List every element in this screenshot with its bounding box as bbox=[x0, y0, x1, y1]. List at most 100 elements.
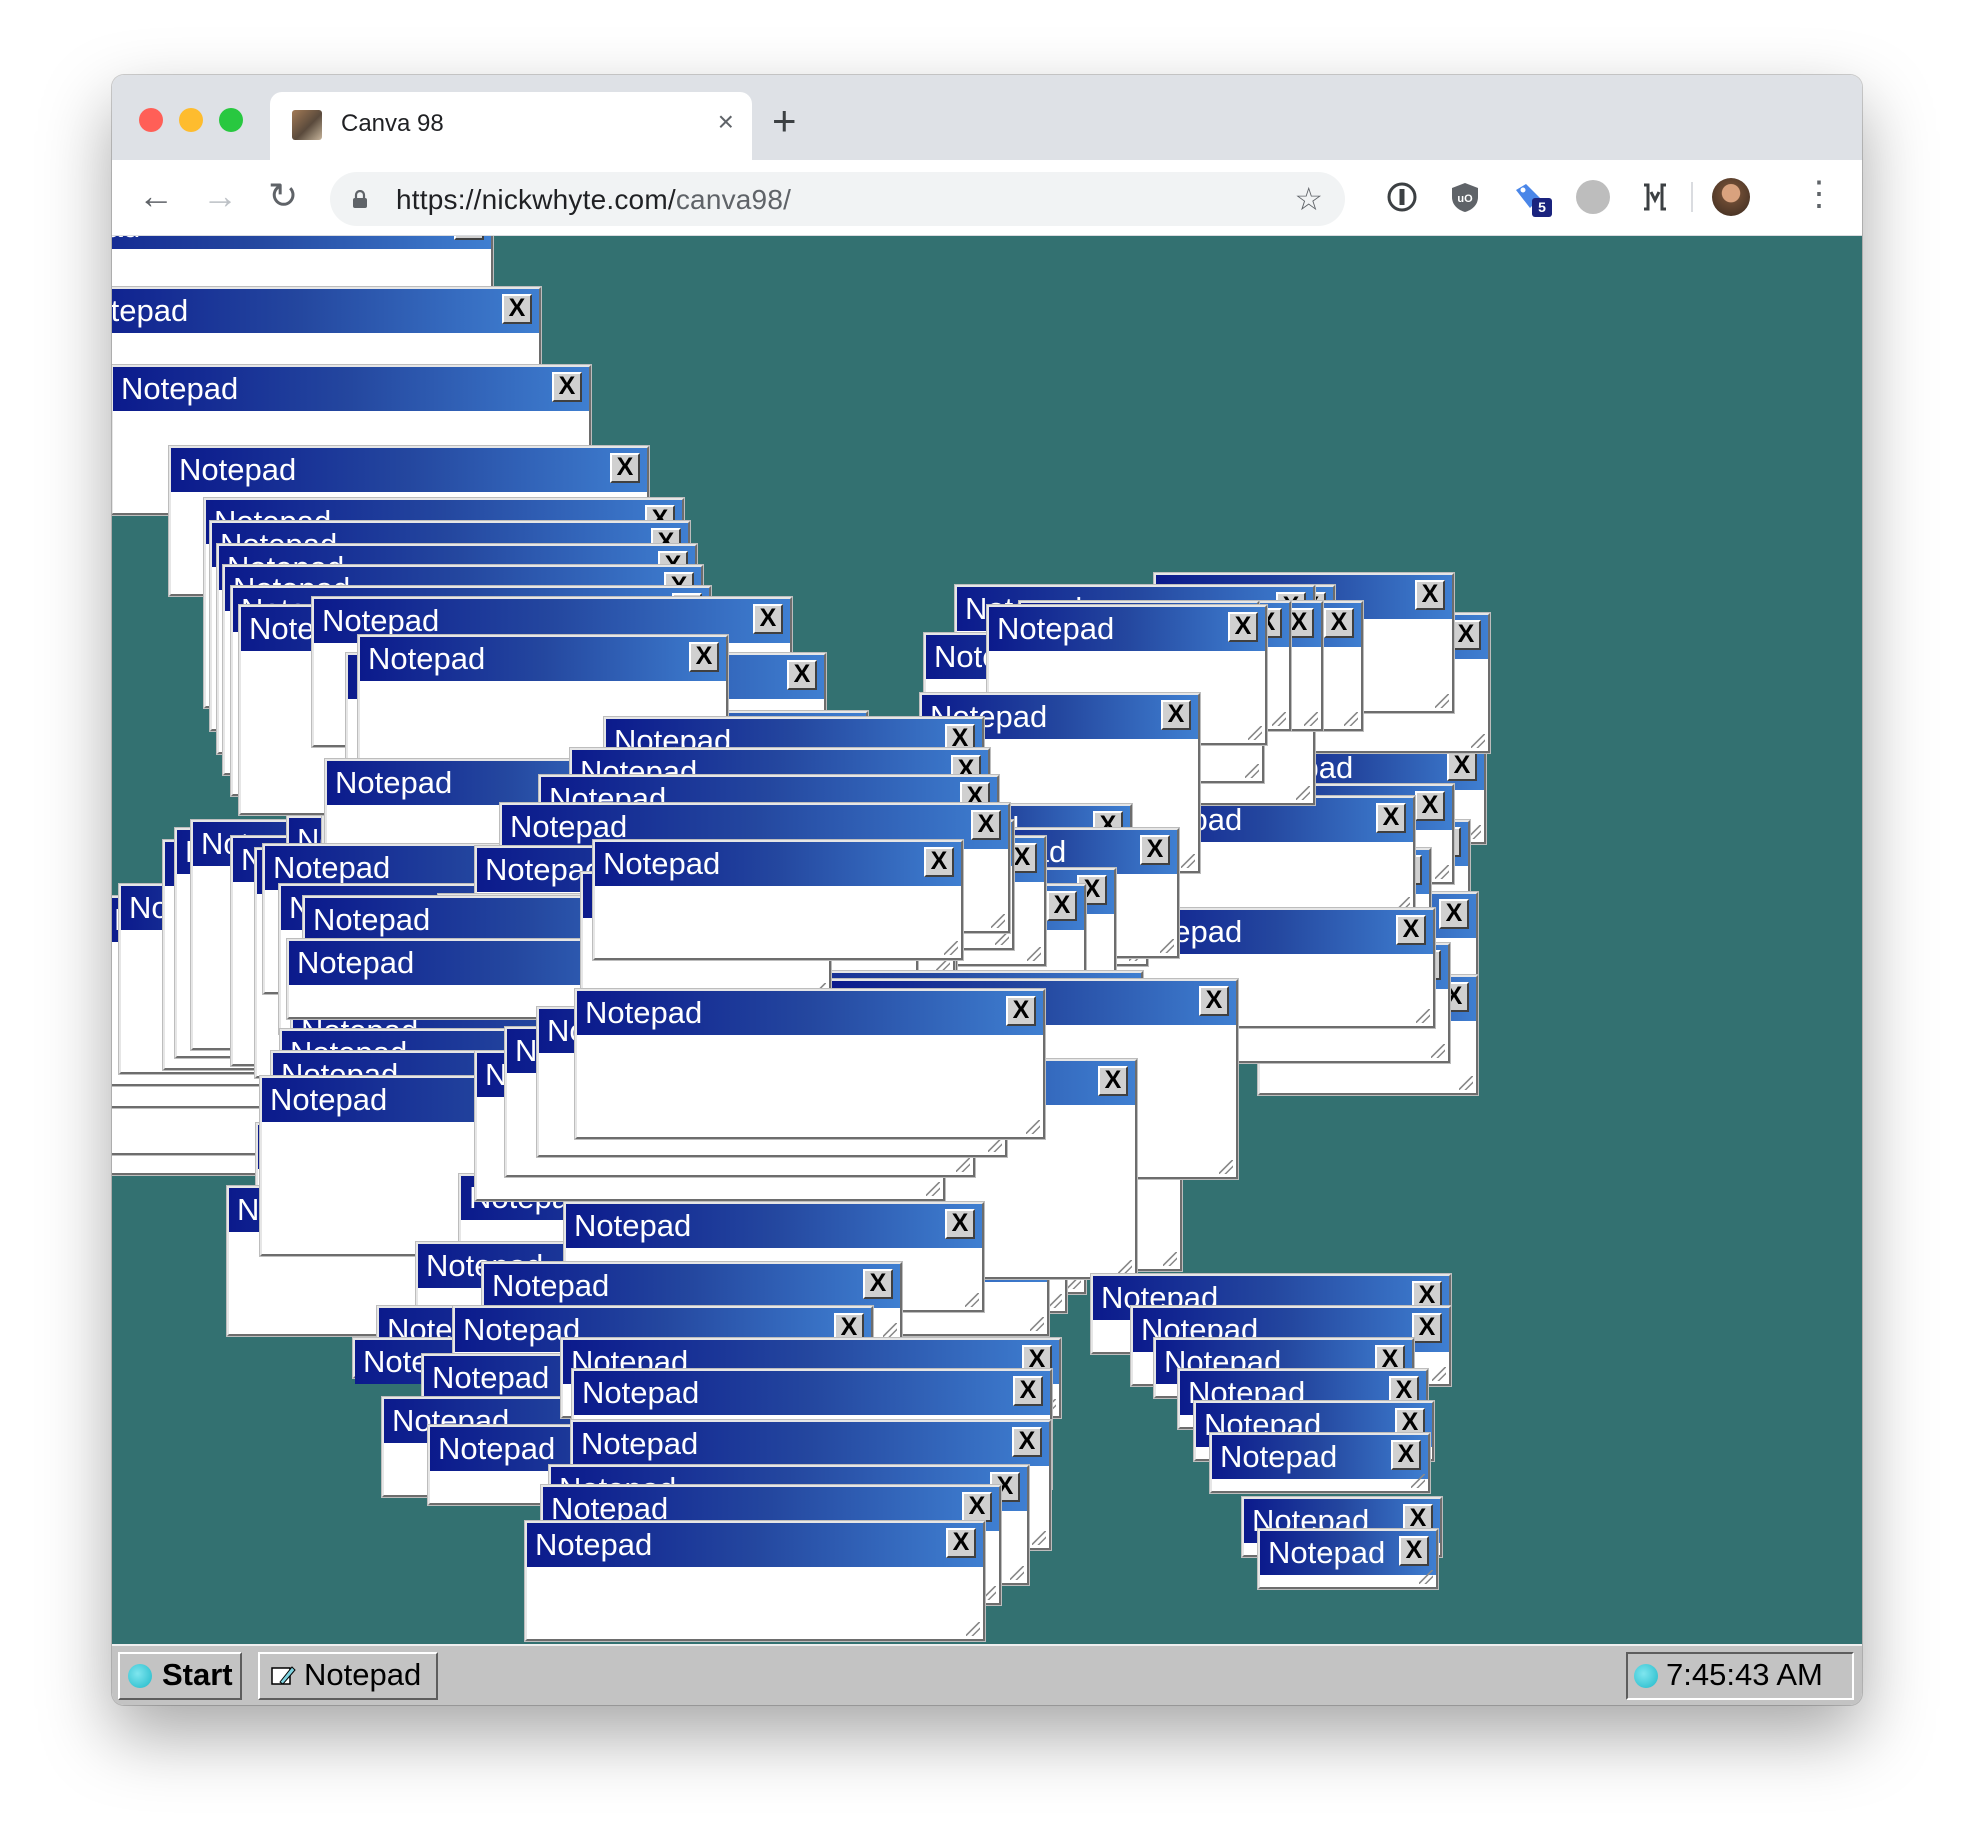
notepad-close-button[interactable]: X bbox=[1396, 915, 1426, 945]
tab-close-button[interactable]: × bbox=[718, 106, 734, 138]
resize-grip-icon[interactable] bbox=[1160, 939, 1174, 953]
bracket-extension-icon[interactable] bbox=[1638, 180, 1672, 214]
maximize-window-button[interactable] bbox=[219, 108, 243, 132]
notepad-title-bar[interactable]: Notepad X bbox=[566, 1204, 982, 1248]
notepad-title-bar[interactable]: Notepad X bbox=[573, 1422, 1049, 1466]
resize-grip-icon[interactable] bbox=[1304, 712, 1318, 726]
notepad-close-button[interactable]: X bbox=[946, 1528, 976, 1558]
notepad-window[interactable]: Notepad X bbox=[1210, 1433, 1430, 1493]
resize-grip-icon[interactable] bbox=[1026, 1120, 1040, 1134]
resize-grip-icon[interactable] bbox=[965, 1293, 979, 1307]
resize-grip-icon[interactable] bbox=[1245, 764, 1259, 778]
resize-grip-icon[interactable] bbox=[1118, 1260, 1132, 1274]
resize-grip-icon[interactable] bbox=[966, 1622, 980, 1636]
password-manager-icon[interactable] bbox=[1385, 180, 1419, 214]
notepad-close-button[interactable]: X bbox=[1047, 891, 1077, 921]
notepad-title-bar[interactable]: Notepad X bbox=[113, 367, 589, 411]
resize-grip-icon[interactable] bbox=[1344, 712, 1358, 726]
notepad-title-bar[interactable]: Notepad X bbox=[171, 448, 647, 492]
notepad-close-button[interactable]: X bbox=[1161, 700, 1191, 730]
notepad-close-button[interactable]: X bbox=[1013, 1376, 1043, 1406]
close-window-button[interactable] bbox=[139, 108, 163, 132]
resize-grip-icon[interactable] bbox=[1010, 1566, 1024, 1580]
resize-grip-icon[interactable] bbox=[1030, 1317, 1044, 1331]
notepad-window[interactable]: Notepad X bbox=[575, 989, 1045, 1139]
notepad-close-button[interactable]: X bbox=[1447, 751, 1477, 781]
notepad-close-button[interactable]: X bbox=[1006, 996, 1036, 1026]
resize-grip-icon[interactable] bbox=[1248, 726, 1262, 740]
resize-grip-icon[interactable] bbox=[1416, 1009, 1430, 1023]
notepad-close-button[interactable]: X bbox=[1412, 1313, 1442, 1343]
resize-grip-icon[interactable] bbox=[988, 1138, 1002, 1152]
notepad-title-bar[interactable]: Notepad X bbox=[595, 842, 961, 886]
resize-grip-icon[interactable] bbox=[883, 1323, 897, 1337]
notepad-close-button[interactable]: X bbox=[962, 1492, 992, 1522]
notepad-title-bar[interactable]: Notepad X bbox=[360, 637, 726, 681]
notepad-close-button[interactable]: X bbox=[1228, 612, 1258, 642]
notepad-close-button[interactable]: X bbox=[502, 294, 532, 324]
new-tab-button[interactable]: + bbox=[772, 100, 797, 142]
resize-grip-icon[interactable] bbox=[944, 941, 958, 955]
notepad-title-bar[interactable]: Notepad X bbox=[112, 236, 491, 249]
resize-grip-icon[interactable] bbox=[1048, 1294, 1062, 1308]
notepad-close-button[interactable]: X bbox=[689, 642, 719, 672]
notepad-close-button[interactable]: X bbox=[1324, 608, 1354, 638]
resize-grip-icon[interactable] bbox=[1459, 1076, 1473, 1090]
notepad-title-bar[interactable]: Notepad X bbox=[484, 1264, 900, 1308]
canva-extension-icon[interactable] bbox=[1576, 180, 1610, 214]
notepad-title-bar[interactable]: Notepad X bbox=[112, 289, 539, 333]
menu-kebab-icon[interactable]: ⋮ bbox=[1802, 174, 1836, 214]
notepad-close-button[interactable]: X bbox=[753, 604, 783, 634]
notepad-title-bar[interactable]: Notepad X bbox=[1260, 1531, 1436, 1575]
resize-grip-icon[interactable] bbox=[1272, 712, 1286, 726]
notepad-title-bar[interactable]: Notepad X bbox=[574, 1371, 1050, 1415]
resize-grip-icon[interactable] bbox=[1163, 1252, 1177, 1266]
resize-grip-icon[interactable] bbox=[1419, 1570, 1433, 1584]
resize-grip-icon[interactable] bbox=[1032, 1531, 1046, 1545]
notepad-close-button[interactable]: X bbox=[1199, 986, 1229, 1016]
resize-grip-icon[interactable] bbox=[1027, 947, 1041, 961]
notepad-window[interactable]: Notepad X bbox=[593, 840, 963, 960]
resize-grip-icon[interactable] bbox=[995, 931, 1009, 945]
notepad-close-button[interactable]: X bbox=[1140, 835, 1170, 865]
resize-grip-icon[interactable] bbox=[956, 1158, 970, 1172]
extension-tag-icon[interactable]: 5 bbox=[1512, 180, 1552, 217]
notepad-close-button[interactable]: X bbox=[1012, 1427, 1042, 1457]
browser-tab[interactable]: Canva 98 × bbox=[270, 92, 752, 160]
notepad-window[interactable]: Notepad X bbox=[1258, 1529, 1438, 1589]
start-button[interactable]: Start bbox=[118, 1652, 242, 1700]
resize-grip-icon[interactable] bbox=[1471, 734, 1485, 748]
notepad-close-button[interactable]: X bbox=[1439, 899, 1469, 929]
notepad-close-button[interactable]: X bbox=[610, 453, 640, 483]
notepad-close-button[interactable]: X bbox=[1451, 620, 1481, 650]
resize-grip-icon[interactable] bbox=[1435, 694, 1449, 708]
bookmark-star-icon[interactable]: ☆ bbox=[1294, 180, 1323, 218]
notepad-title-bar[interactable]: Notepad X bbox=[527, 1523, 983, 1567]
notepad-close-button[interactable]: X bbox=[1415, 791, 1445, 821]
address-bar[interactable]: https://nickwhyte.com/canva98/ ☆ bbox=[330, 172, 1345, 226]
notepad-title-bar[interactable]: Notepad X bbox=[1212, 1435, 1428, 1479]
resize-grip-icon[interactable] bbox=[991, 914, 1005, 928]
notepad-title-bar[interactable]: Notepad X bbox=[989, 607, 1265, 651]
profile-avatar[interactable] bbox=[1712, 178, 1750, 216]
reload-icon[interactable]: ↻ bbox=[268, 176, 298, 216]
notepad-close-button[interactable]: X bbox=[1399, 1536, 1429, 1566]
notepad-window[interactable]: Notepad X bbox=[525, 1521, 985, 1641]
notepad-close-button[interactable]: X bbox=[1415, 580, 1445, 610]
back-icon[interactable]: ← bbox=[138, 176, 174, 216]
resize-grip-icon[interactable] bbox=[1411, 1474, 1425, 1488]
notepad-title-bar[interactable]: Notepad X bbox=[577, 991, 1043, 1035]
taskbar-item-notepad[interactable]: Notepad bbox=[258, 1652, 438, 1700]
notepad-close-button[interactable]: X bbox=[924, 847, 954, 877]
forward-icon[interactable]: → bbox=[202, 176, 238, 216]
minimize-window-button[interactable] bbox=[179, 108, 203, 132]
resize-grip-icon[interactable] bbox=[1435, 865, 1449, 879]
notepad-close-button[interactable]: X bbox=[454, 236, 484, 240]
resize-grip-icon[interactable] bbox=[1432, 1367, 1446, 1381]
resize-grip-icon[interactable] bbox=[1181, 854, 1195, 868]
ublock-shield-icon[interactable]: uO bbox=[1448, 180, 1482, 214]
notepad-close-button[interactable]: X bbox=[1376, 803, 1406, 833]
notepad-close-button[interactable]: X bbox=[971, 810, 1001, 840]
resize-grip-icon[interactable] bbox=[1431, 1044, 1445, 1058]
notepad-close-button[interactable]: X bbox=[863, 1269, 893, 1299]
